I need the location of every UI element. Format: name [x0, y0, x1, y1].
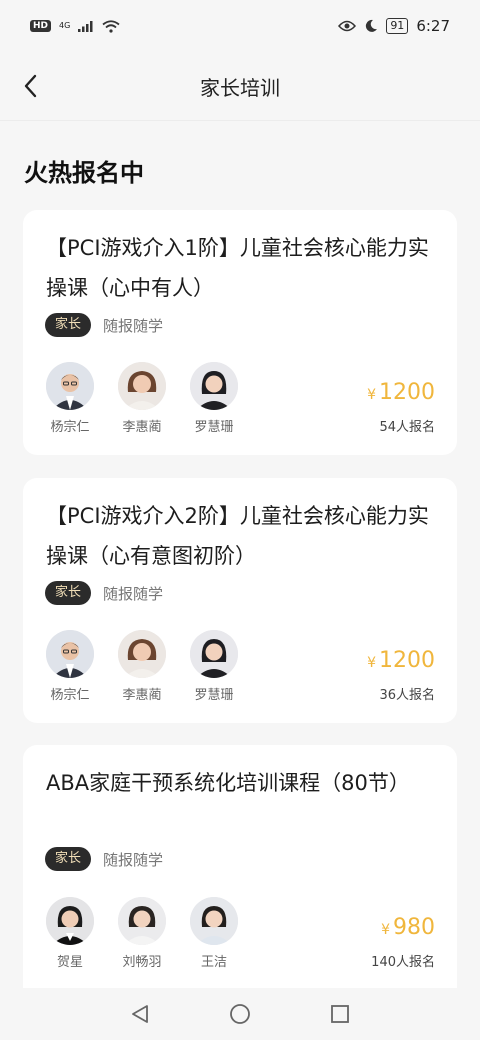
audience-tag: 家长: [45, 847, 92, 871]
course-title: 【PCI游戏介入1阶】儿童社会核心能力实操课（心中有人）: [46, 236, 429, 300]
wifi-icon: [102, 19, 120, 33]
teacher-portrait-icon: [190, 630, 238, 678]
currency-symbol: ¥: [367, 387, 376, 403]
chevron-left-icon: [24, 74, 37, 98]
teacher-portrait-icon: [118, 630, 166, 678]
teacher-name: 罗慧珊: [194, 420, 234, 435]
clock: 6:27: [416, 17, 450, 35]
price-value: 1200: [379, 380, 435, 405]
teacher[interactable]: 王洁: [189, 897, 239, 970]
currency-symbol: ¥: [367, 655, 376, 671]
signup-count: 36人报名: [379, 688, 435, 703]
hd-badge: HD: [30, 20, 52, 32]
price-value: 1200: [379, 648, 435, 673]
teacher[interactable]: 罗慧珊: [189, 362, 239, 435]
avatar: [118, 897, 166, 945]
audience-tag: 家长: [45, 581, 92, 605]
audience-tag: 家长: [45, 313, 92, 337]
teacher-portrait-icon: [46, 630, 94, 678]
teacher-name: 杨宗仁: [50, 420, 90, 435]
course-title: ABA家庭干预系统化培训课程（80节）: [46, 771, 410, 795]
enrollment-mode: 随报随学: [103, 584, 164, 603]
status-left: HD 4G: [30, 19, 120, 33]
teacher-portrait-icon: [118, 362, 166, 410]
teacher-name: 贺星: [56, 955, 83, 970]
avatar: [118, 362, 166, 410]
course-tags: 家长 随报随学: [45, 313, 163, 337]
moon-icon: [366, 19, 378, 32]
price-value: 980: [393, 915, 435, 940]
top-nav-bar: 家长培训: [0, 52, 480, 121]
currency-symbol: ¥: [381, 922, 390, 938]
course-card[interactable]: 【PCI游戏介入1阶】儿童社会核心能力实操课（心中有人） 家长 随报随学 杨宗仁: [23, 210, 457, 455]
teacher[interactable]: 李惠蔺: [117, 630, 167, 703]
teacher-portrait-icon: [190, 362, 238, 410]
teacher[interactable]: 李惠蔺: [117, 362, 167, 435]
page-title: 家长培训: [200, 75, 280, 100]
avatar: [190, 630, 238, 678]
course-card[interactable]: ABA家庭干预系统化培训课程（80节） 家长 随报随学 贺星 刘畅羽 王洁 ¥ …: [23, 745, 457, 1005]
teacher-name: 李惠蔺: [122, 688, 162, 703]
back-triangle-icon[interactable]: [129, 1003, 151, 1025]
network-label: 4G: [59, 21, 71, 30]
system-nav-bar: [0, 988, 480, 1040]
teacher[interactable]: 杨宗仁: [45, 362, 95, 435]
teacher-portrait-icon: [190, 897, 238, 945]
avatar: [190, 362, 238, 410]
status-bar: HD 4G 91 6:27: [0, 0, 480, 52]
teacher-portrait-icon: [118, 897, 166, 945]
signup-count: 54人报名: [379, 420, 435, 435]
teacher-portrait-icon: [46, 362, 94, 410]
enrollment-mode: 随报随学: [103, 316, 164, 335]
teacher-name: 刘畅羽: [122, 955, 162, 970]
avatar: [46, 362, 94, 410]
course-price: ¥1200: [367, 648, 435, 673]
teacher-list: 杨宗仁 李惠蔺 罗慧珊: [45, 630, 239, 703]
home-circle-icon[interactable]: [229, 1003, 251, 1025]
avatar: [46, 897, 94, 945]
teacher-name: 杨宗仁: [50, 688, 90, 703]
teacher-name: 王洁: [200, 955, 227, 970]
avatar: [190, 897, 238, 945]
signup-count: 140人报名: [371, 955, 435, 970]
teacher[interactable]: 杨宗仁: [45, 630, 95, 703]
course-title: 【PCI游戏介入2阶】儿童社会核心能力实操课（心有意图初阶）: [46, 504, 429, 568]
teacher-list: 贺星 刘畅羽 王洁: [45, 897, 239, 970]
teacher-name: 罗慧珊: [194, 688, 234, 703]
course-price: ¥980: [381, 915, 435, 940]
teacher[interactable]: 刘畅羽: [117, 897, 167, 970]
course-card[interactable]: 【PCI游戏介入2阶】儿童社会核心能力实操课（心有意图初阶） 家长 随报随学 杨…: [23, 478, 457, 723]
enrollment-mode: 随报随学: [103, 850, 164, 869]
status-right: 91 6:27: [338, 17, 450, 35]
course-tags: 家长 随报随学: [45, 847, 163, 871]
course-tags: 家长 随报随学: [45, 581, 163, 605]
teacher[interactable]: 罗慧珊: [189, 630, 239, 703]
battery-indicator: 91: [386, 18, 409, 34]
eye-icon: [338, 20, 357, 32]
teacher-portrait-icon: [46, 897, 94, 945]
teacher-list: 杨宗仁 李惠蔺 罗慧珊: [45, 362, 239, 435]
teacher[interactable]: 贺星: [45, 897, 95, 970]
section-title: 火热报名中: [24, 159, 144, 187]
back-button[interactable]: [20, 70, 44, 102]
signal-icon: [78, 21, 93, 32]
teacher-name: 李惠蔺: [122, 420, 162, 435]
avatar: [46, 630, 94, 678]
course-price: ¥1200: [367, 380, 435, 405]
recents-square-icon[interactable]: [329, 1003, 351, 1025]
avatar: [118, 630, 166, 678]
